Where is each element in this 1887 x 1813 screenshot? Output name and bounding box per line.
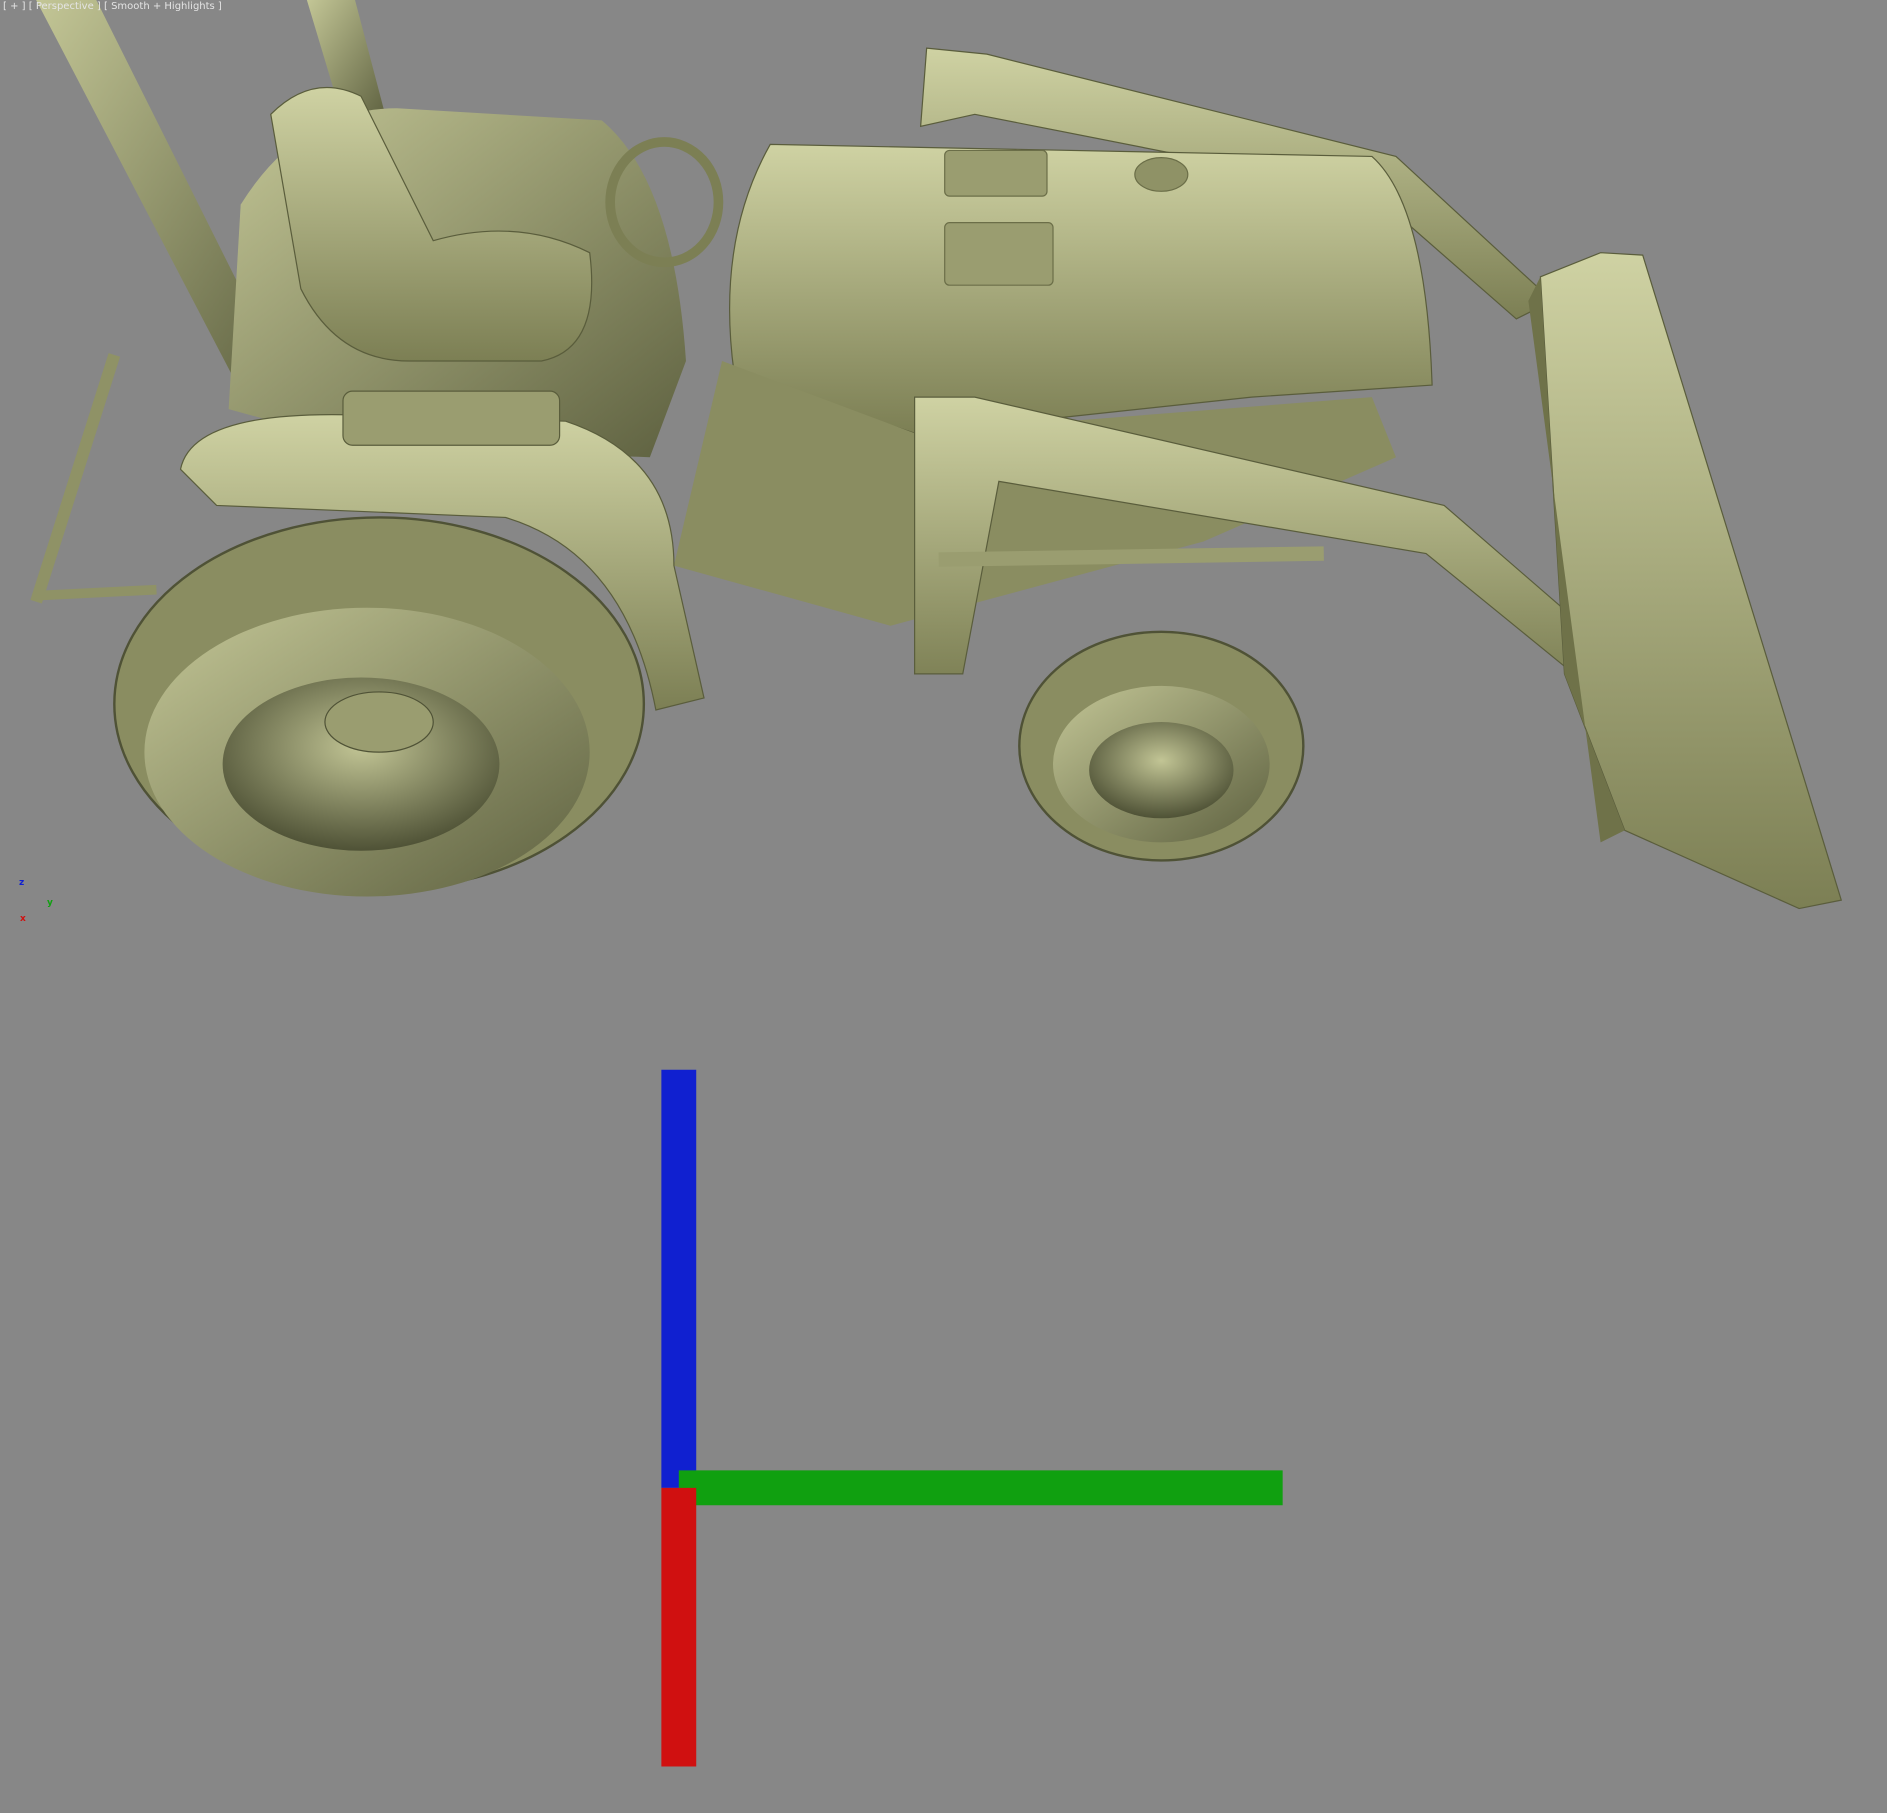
z-axis-label: z bbox=[19, 878, 25, 888]
perspective-viewport[interactable]: [ + ] [ Perspective ] [ Smooth + Highlig… bbox=[0, 0, 1887, 1767]
loader-bucket bbox=[1539, 252, 1843, 910]
rear-wheel bbox=[113, 516, 646, 897]
control-panel bbox=[342, 390, 561, 446]
axis-gizmo: z y x bbox=[14, 878, 1283, 1767]
viewport-label: [ + ] [ Perspective ] [ Smooth + Highlig… bbox=[3, 1, 222, 12]
hood-vent bbox=[944, 149, 1048, 197]
y-axis-label: y bbox=[47, 898, 53, 908]
hood-cap bbox=[1134, 157, 1189, 192]
shading-mode-button[interactable]: [ Smooth + Highlights ] bbox=[104, 1, 222, 12]
x-axis-label: x bbox=[20, 914, 26, 924]
hood-vent bbox=[944, 222, 1054, 286]
hydraulic-cylinder bbox=[938, 546, 1324, 567]
viewport-menu-button[interactable]: [ + ] bbox=[3, 1, 26, 12]
view-mode-button[interactable]: [ Perspective ] bbox=[29, 1, 101, 12]
engine-hood bbox=[728, 143, 1433, 434]
tractor-model[interactable] bbox=[0, 0, 1887, 929]
front-wheel bbox=[1018, 630, 1305, 862]
